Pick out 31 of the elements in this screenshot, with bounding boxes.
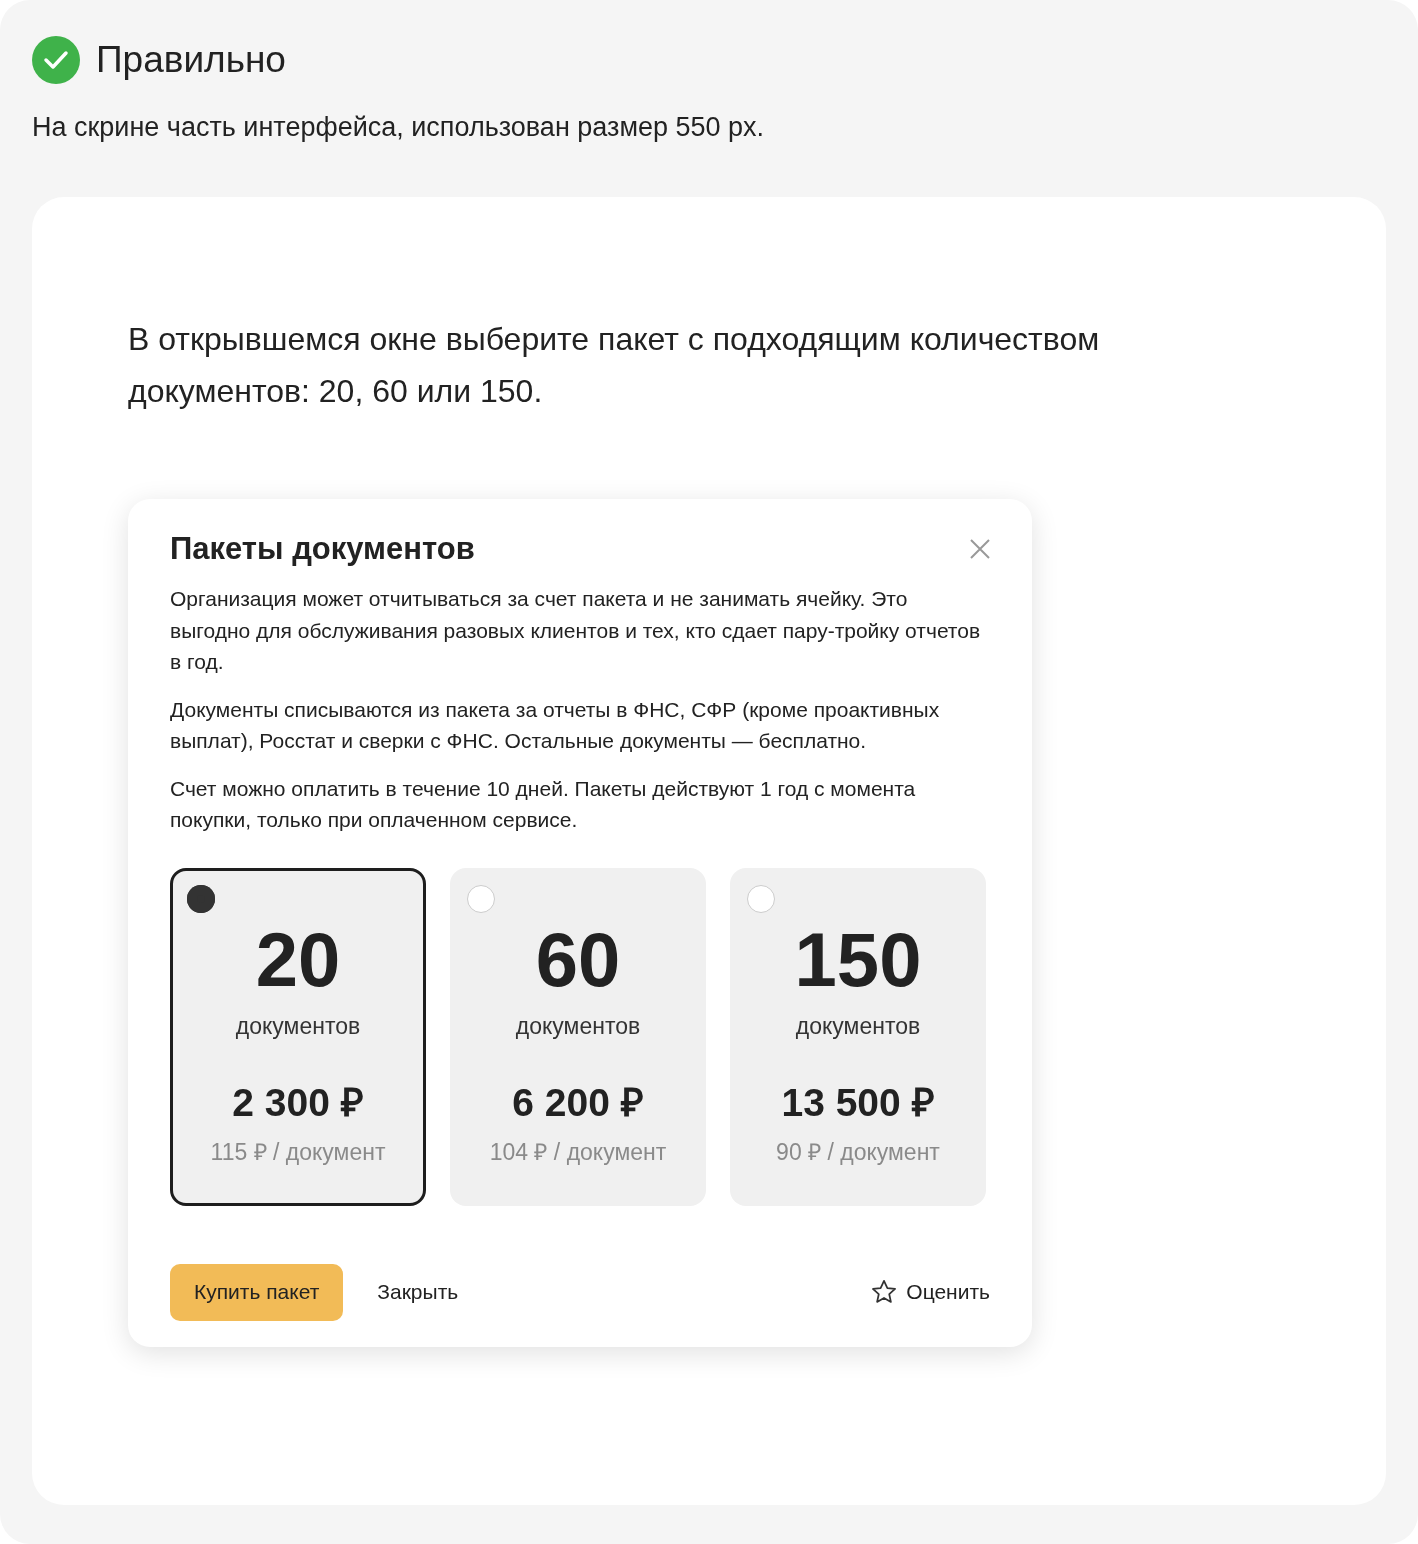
- status-title: Правильно: [96, 39, 286, 81]
- package-option[interactable]: 20 документов 2 300 ₽ 115 ₽ / документ: [170, 867, 426, 1206]
- paragraph: Счет можно оплатить в течение 10 дней. Пакеты действуют 1 год с момента покупки, только при оплаченном сервисе.: [170, 775, 917, 833]
- package-option[interactable]: 150 документов 13 500 ₽ 90 ₽ / документ: [730, 867, 986, 1206]
- package-price: 13 500 ₽: [781, 1079, 935, 1126]
- package-unit: документов: [515, 1012, 641, 1040]
- dialog-title: Пакеты документов: [170, 531, 475, 567]
- close-button[interactable]: Закрыть: [353, 1280, 483, 1304]
- rate-button[interactable]: Оценить: [870, 1278, 990, 1306]
- close-icon[interactable]: [970, 539, 990, 559]
- price-per-document: 104 ₽ / документ: [489, 1137, 667, 1167]
- package-count: 150: [794, 915, 922, 1004]
- paragraph: Документы списываются из пакета за отчеты в ФНС, СФР (кроме проактивных выплат), Росстат и сверки с ФНС. Остальные документы — бесплатно.: [170, 696, 941, 754]
- package-price: 2 300 ₽: [232, 1079, 364, 1126]
- radio-button[interactable]: [187, 884, 215, 913]
- radio-button[interactable]: [467, 884, 495, 913]
- note-text: На скрине часть интерфейса, использован размер 550 px.: [32, 112, 766, 143]
- package-count: 20: [255, 915, 341, 1004]
- buy-button[interactable]: Купить пакет: [170, 1263, 344, 1321]
- paragraph: Организация может отчитываться за счет пакета и не занимать ячейку. Это выгодно для обслуживания разовых клиентов и тех, кто сдает пару-тройку отчетов в год.: [170, 586, 982, 675]
- package-option[interactable]: 60 документов 6 200 ₽ 104 ₽ / документ: [450, 867, 706, 1206]
- price-per-document: 115 ₽ / документ: [210, 1137, 386, 1167]
- package-unit: документов: [795, 1012, 921, 1040]
- price-per-document: 90 ₽ / документ: [776, 1137, 940, 1167]
- instruction-text: В открывшемся окне выберите пакет с подходящим количеством документов: 20, 60 или 150.: [128, 320, 1101, 411]
- package-unit: документов: [235, 1012, 361, 1040]
- package-count: 60: [535, 915, 621, 1004]
- check-icon: [32, 36, 80, 84]
- package-price: 6 200 ₽: [512, 1079, 644, 1126]
- radio-button[interactable]: [747, 884, 775, 913]
- star-icon: [870, 1278, 899, 1306]
